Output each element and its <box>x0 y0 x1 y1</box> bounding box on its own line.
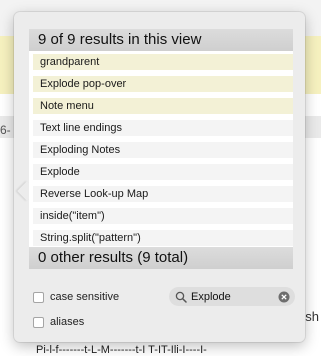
background-left-edge-text: 6- <box>0 123 11 137</box>
result-label: Explode pop-over <box>33 76 293 92</box>
result-label: Text line endings <box>33 120 293 136</box>
result-item[interactable]: String.split("pattern") <box>29 227 293 249</box>
result-label: inside("item") <box>33 208 293 224</box>
result-label: String.split("pattern") <box>33 230 293 246</box>
search-input[interactable] <box>191 288 273 305</box>
background-bottom-text: Pi-l-f-------t-L-M-------t-I T-IT-Ili-I-… <box>36 344 207 356</box>
result-item[interactable]: Text line endings <box>29 117 293 139</box>
result-item[interactable]: Explode <box>29 161 293 183</box>
result-item[interactable]: Note menu <box>29 95 293 117</box>
search-field[interactable] <box>169 287 295 306</box>
results-footer: 0 other results (9 total) <box>29 247 293 269</box>
result-item[interactable]: Exploding Notes <box>29 139 293 161</box>
case-sensitive-label[interactable]: case sensitive <box>50 291 119 303</box>
search-icon <box>175 290 187 308</box>
result-label: Exploding Notes <box>33 142 293 158</box>
result-label: Note menu <box>33 98 293 114</box>
aliases-label[interactable]: aliases <box>50 316 84 328</box>
results-panel: 9 of 9 results in this view grandparent … <box>29 29 293 269</box>
result-item[interactable]: Reverse Look-up Map <box>29 183 293 205</box>
result-label: Explode <box>33 164 293 180</box>
result-label: Reverse Look-up Map <box>33 186 293 202</box>
background-right-edge-text: sh <box>305 309 319 324</box>
results-list: grandparent Explode pop-over Note menu T… <box>29 51 293 249</box>
case-sensitive-checkbox[interactable] <box>33 292 44 303</box>
results-header: 9 of 9 results in this view <box>29 29 293 51</box>
result-item[interactable]: Explode pop-over <box>29 73 293 95</box>
clear-icon[interactable] <box>278 290 290 308</box>
result-label: grandparent <box>33 54 293 70</box>
result-item[interactable]: inside("item") <box>29 205 293 227</box>
result-item[interactable]: grandparent <box>29 51 293 73</box>
aliases-checkbox[interactable] <box>33 317 44 328</box>
